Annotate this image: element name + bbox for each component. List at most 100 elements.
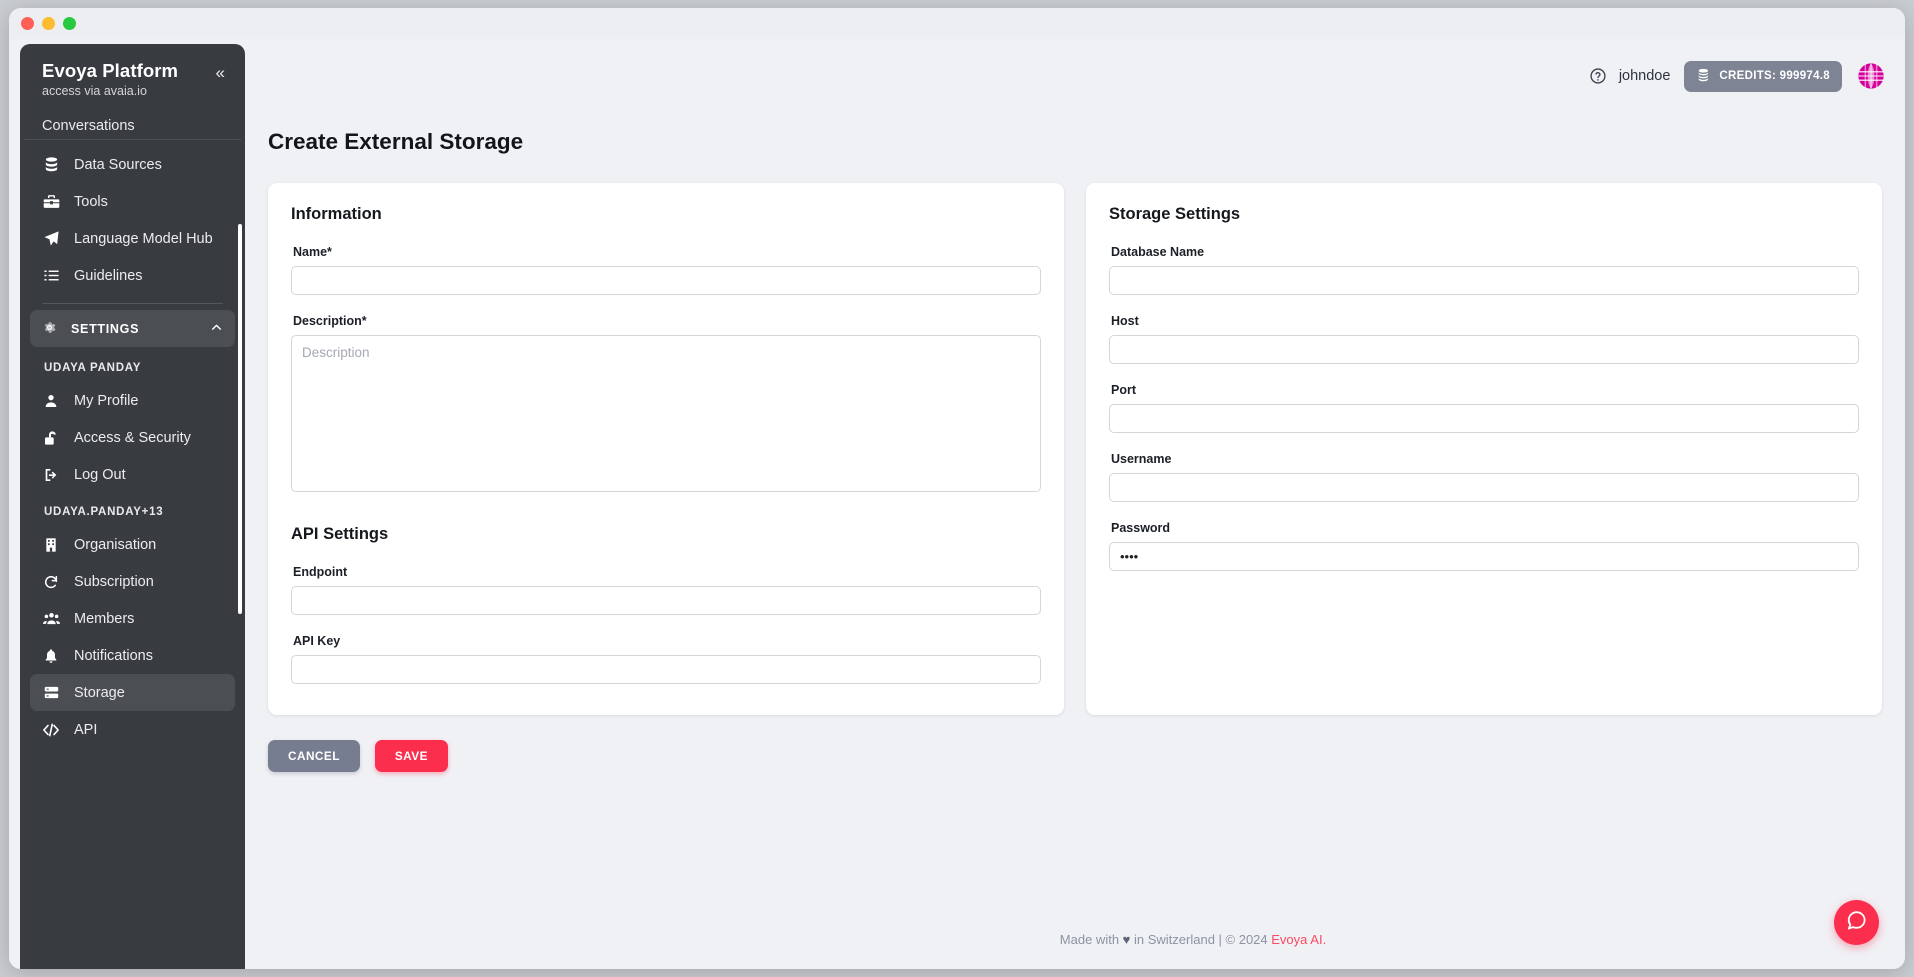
password-label: Password: [1111, 521, 1171, 535]
chat-bubble-icon: [1845, 909, 1868, 937]
sidebar-item-label: Members: [74, 610, 135, 627]
sidebar-section-label: SETTINGS: [71, 321, 140, 336]
endpoint-input[interactable]: [291, 586, 1041, 615]
sidebar-item-storage[interactable]: Storage: [30, 674, 235, 711]
toolbox-icon: [42, 193, 60, 210]
coins-icon: [1696, 68, 1712, 85]
sidebar-divider-2: [42, 303, 223, 304]
sidebar-item-label: Log Out: [74, 466, 126, 483]
users-icon: [42, 610, 60, 627]
host-label: Host: [1111, 314, 1139, 328]
storage-settings-heading: Storage Settings: [1109, 205, 1241, 223]
footer: Made with ♥ in Switzerland | © 2024 Evoy…: [481, 932, 1905, 947]
main-content: Create External Storage Information Name…: [245, 113, 1905, 969]
username-label[interactable]: johndoe: [1619, 68, 1671, 84]
question-circle-icon[interactable]: [1589, 67, 1607, 85]
app-root: Evoya Platform access via avaia.io « Con…: [9, 39, 1905, 969]
sidebar-item-label: Tools: [74, 193, 108, 210]
port-input[interactable]: [1109, 404, 1859, 433]
field-host: Host: [1109, 314, 1859, 364]
sidebar-item-label: My Profile: [74, 392, 139, 409]
sidebar-title: Evoya Platform: [42, 60, 179, 81]
sidebar-item-notifications[interactable]: Notifications: [30, 637, 235, 674]
sidebar-group-label-org: UDAYA.PANDAY+13: [44, 506, 164, 518]
credits-label: CREDITS: 999974.8: [1719, 70, 1830, 82]
footer-middle: in Switzerland | © 2024: [1130, 932, 1272, 947]
cancel-button[interactable]: CANCEL: [268, 740, 360, 772]
user-avatar[interactable]: [1857, 62, 1885, 90]
sidebar-item-label: Notifications: [74, 647, 153, 664]
name-label: Name*: [293, 245, 332, 259]
chat-bubble-button[interactable]: [1834, 900, 1879, 945]
sidebar-item-label: Subscription: [74, 573, 154, 590]
sidebar-item-language-model-hub[interactable]: Language Model Hub: [30, 220, 235, 257]
username-label: Username: [1111, 452, 1172, 466]
host-input[interactable]: [1109, 335, 1859, 364]
application-window: Evoya Platform access via avaia.io « Con…: [9, 8, 1905, 969]
field-description: Description*: [291, 314, 1041, 497]
window-maximize-button[interactable]: [63, 17, 76, 30]
sidebar-item-label: API: [74, 721, 98, 738]
window-titlebar: [9, 8, 1905, 39]
sidebar-item-members[interactable]: Members: [30, 600, 235, 637]
sidebar-item-conversations-partial[interactable]: Conversations: [42, 118, 245, 134]
endpoint-label: Endpoint: [293, 565, 348, 579]
page-title: Create External Storage: [268, 129, 524, 154]
save-button[interactable]: SAVE: [374, 740, 448, 772]
footer-prefix: Made with: [1059, 932, 1123, 947]
sidebar-item-organisation[interactable]: Organisation: [30, 526, 235, 563]
sidebar-item-log-out[interactable]: Log Out: [30, 456, 235, 493]
window-minimize-button[interactable]: [42, 17, 55, 30]
sidebar-item-api[interactable]: API: [30, 711, 235, 748]
chevron-double-left-icon[interactable]: «: [214, 60, 227, 85]
sidebar-item-label: Storage: [74, 684, 125, 701]
field-api-key: API Key: [291, 634, 1041, 684]
refresh-icon: [42, 574, 60, 590]
gear-icon: [42, 320, 57, 338]
sidebar: Evoya Platform access via avaia.io « Con…: [20, 44, 245, 969]
information-card: Information Name* Description* API Setti…: [268, 183, 1064, 715]
name-input[interactable]: [291, 266, 1041, 295]
sidebar-scrollbar[interactable]: [238, 224, 242, 614]
username-input[interactable]: [1109, 473, 1859, 502]
database-name-input[interactable]: [1109, 266, 1859, 295]
sidebar-item-subscription[interactable]: Subscription: [30, 563, 235, 600]
sidebar-section-settings[interactable]: SETTINGS: [30, 310, 235, 347]
sidebar-header: Evoya Platform access via avaia.io «: [20, 44, 245, 110]
sidebar-item-label: Guidelines: [74, 267, 143, 284]
api-key-label: API Key: [293, 634, 341, 648]
field-port: Port: [1109, 383, 1859, 433]
api-key-input[interactable]: [291, 655, 1041, 684]
sidebar-item-guidelines[interactable]: Guidelines: [30, 257, 235, 294]
sidebar-item-label: Data Sources: [74, 156, 162, 173]
logout-icon: [42, 467, 60, 483]
chevron-up-icon: [210, 321, 223, 337]
password-input[interactable]: [1109, 542, 1859, 571]
sidebar-item-tools[interactable]: Tools: [30, 183, 235, 220]
server-icon: [42, 684, 60, 701]
field-name: Name*: [291, 245, 1041, 295]
database-icon: [42, 156, 60, 173]
footer-brand-link[interactable]: Evoya AI.: [1271, 932, 1326, 947]
field-username: Username: [1109, 452, 1859, 502]
field-endpoint: Endpoint: [291, 565, 1041, 615]
sidebar-item-label: Access & Security: [74, 429, 191, 446]
sidebar-item-my-profile[interactable]: My Profile: [30, 382, 235, 419]
sidebar-item-data-sources[interactable]: Data Sources: [30, 146, 235, 183]
sidebar-item-label: Language Model Hub: [74, 230, 213, 247]
building-icon: [42, 537, 60, 553]
window-close-button[interactable]: [21, 17, 34, 30]
form-cards-row: Information Name* Description* API Setti…: [245, 155, 1905, 715]
field-database-name: Database Name: [1109, 245, 1859, 295]
bell-icon: [42, 648, 60, 664]
api-settings-heading: API Settings: [291, 525, 389, 543]
storage-settings-card: Storage Settings Database Name Host Port: [1086, 183, 1882, 715]
sidebar-subtitle: access via avaia.io: [42, 84, 147, 98]
sidebar-scroll-area[interactable]: Conversations Data Sources Tools Languag…: [20, 118, 245, 969]
user-icon: [42, 393, 60, 409]
port-label: Port: [1111, 383, 1136, 397]
credits-badge[interactable]: CREDITS: 999974.8: [1684, 60, 1842, 92]
sidebar-group-label-user: UDAYA PANDAY: [44, 362, 142, 374]
description-textarea[interactable]: [291, 335, 1041, 492]
sidebar-item-access-security[interactable]: Access & Security: [30, 419, 235, 456]
